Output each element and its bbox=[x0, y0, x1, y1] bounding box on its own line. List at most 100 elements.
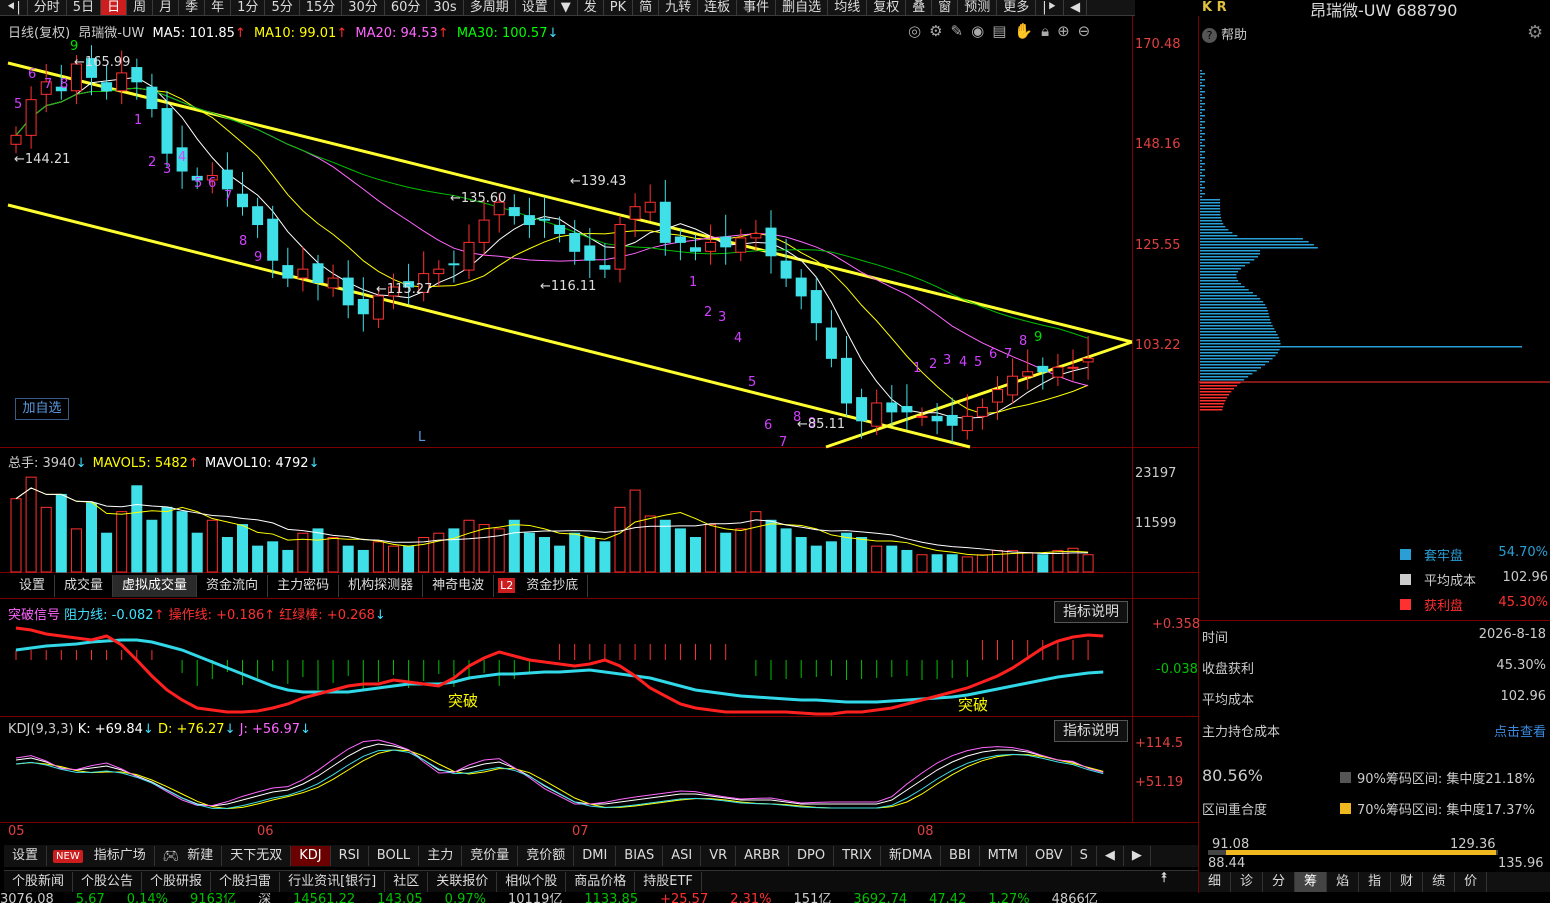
news-tab[interactable]: 个股研报 bbox=[142, 871, 212, 892]
side-tab[interactable]: 绩 bbox=[1423, 872, 1456, 892]
indicator-tab[interactable]: 竞价额 bbox=[518, 846, 575, 866]
td-count-label: 6 bbox=[208, 176, 216, 191]
news-tab[interactable]: 社区 bbox=[385, 871, 429, 892]
td-count-label: 7 bbox=[44, 77, 52, 92]
kdj-info-line: KDJ(9,3,3) K: +69.84↓ D: +76.27↓ J: +56.… bbox=[8, 722, 311, 737]
indicator-tab[interactable]: DMI bbox=[574, 846, 617, 866]
indicator-tab[interactable]: MTM bbox=[980, 846, 1027, 866]
indicator-tab[interactable]: TRIX bbox=[834, 846, 881, 866]
side-tab[interactable]: 诊 bbox=[1231, 872, 1264, 892]
news-tab[interactable]: 个股新闻 bbox=[4, 871, 74, 892]
month-label: 07 bbox=[572, 824, 589, 839]
l-marker: L bbox=[418, 430, 426, 445]
candle-body bbox=[644, 201, 656, 213]
view-link[interactable]: 点击查看 bbox=[1494, 721, 1546, 740]
indicator-tab[interactable]: BBI bbox=[941, 846, 980, 866]
chip-bar bbox=[1200, 352, 1278, 354]
volume-bar bbox=[765, 519, 777, 573]
indicator-tab[interactable]: 天下无双 bbox=[222, 846, 292, 866]
news-tab[interactable]: 个股公告 bbox=[73, 871, 143, 892]
side-tab[interactable]: 细 bbox=[1199, 872, 1232, 892]
range-min: 88.44 bbox=[1208, 856, 1246, 871]
news-tab[interactable]: 持股ETF bbox=[635, 871, 702, 892]
side-tab[interactable]: 指 bbox=[1359, 872, 1392, 892]
indicator-tab[interactable]: 虚拟成交量 bbox=[113, 575, 198, 597]
volume-bar bbox=[418, 537, 430, 573]
collapse-up-icon[interactable]: ⯭ bbox=[1160, 870, 1168, 886]
chip-bar bbox=[1200, 385, 1238, 387]
upper-trendline bbox=[7, 61, 1133, 344]
chip-bar bbox=[1200, 328, 1275, 330]
candle-body bbox=[539, 218, 550, 221]
indicator-tab[interactable]: 设置 bbox=[10, 575, 56, 597]
indicator-tab[interactable]: S bbox=[1072, 846, 1097, 866]
chip-bar bbox=[1200, 283, 1241, 285]
news-tab[interactable]: 个股扫雷 bbox=[211, 871, 281, 892]
indicator-tab[interactable]: 成交量 bbox=[55, 575, 114, 597]
candle-body bbox=[901, 406, 913, 413]
indicator-tab[interactable]: 神奇电波 bbox=[423, 575, 495, 597]
volume-bar bbox=[161, 506, 173, 573]
volume-bar bbox=[810, 545, 822, 573]
legend-swatch bbox=[1400, 574, 1411, 585]
indicator-tab[interactable]: 新建 bbox=[179, 846, 223, 866]
indicator-tab[interactable]: VR bbox=[701, 846, 737, 866]
indicator-help-button[interactable]: 指标说明 bbox=[1054, 601, 1128, 623]
mavol5-label: MAVOL5: 5482↑ bbox=[92, 456, 199, 471]
indicator-tab[interactable]: OBV bbox=[1027, 846, 1072, 866]
td-count-label: 8 bbox=[60, 77, 68, 92]
side-tab[interactable]: 财 bbox=[1391, 872, 1424, 892]
indicator-help-button[interactable]: 指标说明 bbox=[1054, 720, 1128, 742]
td-count-label: 2 bbox=[704, 305, 712, 320]
indicator-tab[interactable]: ARBR bbox=[736, 846, 790, 866]
volume-bar bbox=[599, 541, 611, 573]
indicator-tab[interactable]: KDJ bbox=[291, 846, 331, 866]
indicator-tab[interactable]: 主力 bbox=[419, 846, 463, 866]
kr-label: K R bbox=[1202, 0, 1227, 15]
candle-body bbox=[448, 263, 460, 266]
side-tab[interactable]: 筹 bbox=[1295, 872, 1328, 892]
candle-body bbox=[297, 268, 309, 279]
indicator-tab[interactable]: 竞价量 bbox=[462, 846, 519, 866]
indicator-tab[interactable]: 主力密码 bbox=[268, 575, 340, 597]
indicator-tabs: 设置 成交量 虚拟成交量 资金流向 主力密码 机构探测器 神奇电波 L2 资金抄底 bbox=[10, 575, 589, 597]
news-tab[interactable]: 商品价格 bbox=[566, 871, 636, 892]
legend-label: 平均成本 bbox=[1424, 574, 1477, 589]
side-tab[interactable]: 分 bbox=[1263, 872, 1296, 892]
status-value: 5.67 bbox=[75, 893, 105, 903]
breakout-axis-label: -0.038 bbox=[1156, 662, 1198, 677]
add-favorite-button[interactable]: 加自选 bbox=[15, 398, 69, 420]
volume-bar bbox=[252, 545, 264, 573]
chip-bar bbox=[1200, 169, 1205, 171]
mavol10-label: MAVOL10: 4792↓ bbox=[205, 456, 320, 471]
kdj-j-label: J: +56.97↓ bbox=[239, 722, 311, 737]
indicator-tab[interactable]: 新DMA bbox=[881, 846, 941, 866]
news-tab[interactable]: 相似个股 bbox=[497, 871, 567, 892]
chip-bar bbox=[1200, 187, 1205, 189]
chip-bar bbox=[1200, 235, 1238, 237]
indicator-tab[interactable]: BIAS bbox=[616, 846, 664, 866]
chip-bar bbox=[1200, 136, 1202, 138]
chip-bar bbox=[1200, 397, 1228, 399]
indicator-tab[interactable]: BOLL bbox=[369, 846, 420, 866]
indicator-tab[interactable]: 机构探测器 bbox=[339, 575, 424, 597]
candle-body bbox=[795, 277, 807, 297]
scroll-right-icon[interactable]: ▶ bbox=[1124, 846, 1151, 866]
indicator-tab[interactable]: 资金抄底 bbox=[517, 575, 589, 597]
indicator-tab[interactable]: RSI bbox=[331, 846, 369, 866]
chip-bar bbox=[1200, 214, 1221, 216]
indicator-tab[interactable]: 资金流向 bbox=[197, 575, 269, 597]
td-count-label: 8 bbox=[1019, 334, 1027, 349]
news-tab[interactable]: 行业资讯[银行] bbox=[280, 871, 386, 892]
news-tab[interactable]: 关联报价 bbox=[428, 871, 498, 892]
indicator-tab[interactable]: 指标广场 bbox=[86, 846, 155, 866]
indicator-tab[interactable]: DPO bbox=[789, 846, 835, 866]
volume-axis-label: 11599 bbox=[1135, 516, 1177, 531]
chip-bar bbox=[1200, 325, 1273, 327]
scroll-left-icon[interactable]: ◀ bbox=[1097, 846, 1124, 866]
side-tabs: 细诊分筹焰指财绩价 bbox=[1199, 872, 1550, 892]
side-tab[interactable]: 焰 bbox=[1327, 872, 1360, 892]
side-tab[interactable]: 价 bbox=[1455, 872, 1488, 892]
indicator-tab[interactable]: 设置 bbox=[4, 846, 48, 866]
indicator-tab[interactable]: ASI bbox=[663, 846, 702, 866]
